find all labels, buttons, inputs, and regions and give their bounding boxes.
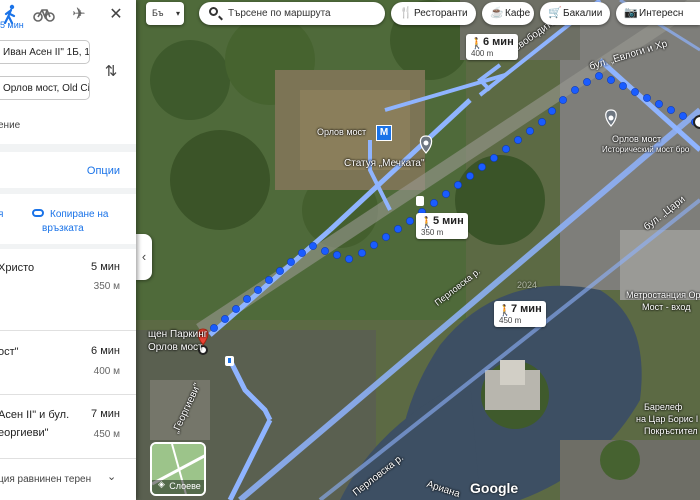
map-label-orlov-most-right: Орлов мост [612, 134, 662, 144]
chip-attractions[interactable]: 📷 Интересн [616, 2, 700, 25]
walk-box-6min[interactable]: 🚶 6 мин 400 m [466, 34, 518, 60]
chip-restaurants[interactable]: 🍴 Ресторанти [391, 2, 476, 25]
divider [0, 144, 136, 152]
destination-field[interactable]: Орлов мост, Old Ci [0, 76, 90, 100]
chevron-left-icon: ‹ [141, 249, 147, 264]
walk-box-5min[interactable]: 🚶 5 мин 350 m [416, 213, 468, 239]
chevron-down-icon: ▾ [175, 9, 180, 18]
options-button[interactable]: Опции [87, 165, 120, 177]
swap-icon[interactable]: ⇅ [103, 62, 119, 82]
language-button[interactable]: Бъ ▾ [146, 2, 184, 25]
chevron-down-icon[interactable]: ⌄ [107, 470, 116, 483]
copy-link-button[interactable]: Копиране на връзката [32, 208, 124, 236]
map-label-metro-station-2: Мост - вход [642, 302, 691, 312]
route-hint: ение [0, 120, 21, 131]
layers-button[interactable]: ◈ Слоеве [150, 442, 206, 496]
bicycle-icon [33, 9, 55, 22]
search-along-route[interactable]: Търсене по маршрута [199, 2, 385, 25]
map-label-parking-line2: Орлов мост [148, 342, 203, 353]
google-logo: Google [470, 480, 519, 496]
share-option[interactable]: я [0, 209, 3, 220]
map-label-orlov-most[interactable]: Орлов мост [317, 127, 366, 137]
step-1[interactable]: Христо 5 мин 350 м [0, 252, 136, 328]
origin-field[interactable]: Иван Асен II" 1Б, 1 [0, 40, 90, 64]
camera-icon: 📷 [624, 7, 638, 19]
map-label-barelef-1: Барелеф [644, 402, 683, 412]
link-icon [32, 209, 44, 217]
map-label-barelef-3: Покръстител [644, 426, 698, 436]
map-label-barelef-2: на Цар Борис I [636, 414, 699, 424]
map-label-parking-line1: щен Паркинг [148, 329, 208, 340]
map-label-statue[interactable]: Статуя „Мечката" [344, 158, 425, 169]
divider [0, 188, 136, 194]
chip-groceries[interactable]: 🛒 Бакалии [540, 2, 610, 25]
search-icon [209, 7, 218, 16]
bike-mode-tab[interactable] [32, 2, 56, 26]
map-label-year: 2024 [517, 280, 538, 290]
collapse-panel-button[interactable]: ‹ [136, 234, 152, 280]
walk-box-7min[interactable]: 🚶 7 мин 450 m [494, 301, 546, 327]
walk-mode-time: 5 мин [0, 20, 24, 30]
travel-modes: ✈ ✕ 5 мин [0, 0, 136, 32]
flight-mode-tab[interactable]: ✈ [67, 2, 91, 26]
coffee-icon: ☕ [490, 7, 504, 19]
cutlery-icon: 🍴 [399, 7, 413, 19]
cart-icon: 🛒 [548, 7, 562, 19]
map-label-historical: Исторический мост бро [602, 145, 690, 154]
divider [0, 394, 136, 395]
metro-station-icon[interactable]: M [376, 125, 392, 141]
step-2[interactable]: ост" 6 мин 400 м [0, 332, 136, 392]
divider [0, 244, 136, 249]
divider [0, 458, 136, 459]
step-3[interactable]: Асен II" и бул. еоргиеви" 7 мин 450 м [0, 396, 136, 452]
terrain-note: ция равнинен терен [0, 474, 92, 485]
close-directions-button[interactable]: ✕ [104, 2, 128, 26]
chip-coffee[interactable]: ☕ Кафе [482, 2, 534, 25]
directions-panel: ✈ ✕ 5 мин Иван Асен II" 1Б, 1 Орлов мост… [0, 0, 136, 500]
close-icon: ✕ [109, 6, 123, 23]
map-label-metro-station-1: Метростанция Орл [626, 290, 700, 300]
divider [0, 330, 136, 331]
airplane-icon: ✈ [72, 6, 86, 23]
